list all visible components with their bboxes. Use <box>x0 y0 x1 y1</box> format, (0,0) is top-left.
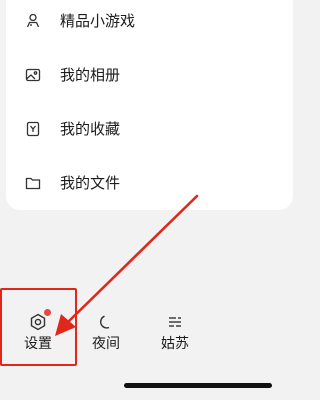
menu-item-files[interactable]: 我的文件 <box>6 168 293 198</box>
menu-item-favorites[interactable]: 我的收藏 <box>6 114 293 144</box>
night-mode-button[interactable]: 夜间 <box>84 312 128 362</box>
moon-icon <box>96 312 116 332</box>
weather-icon <box>165 312 185 332</box>
weather-button[interactable]: 姑苏 <box>153 312 197 362</box>
menu-item-label: 我的相册 <box>60 66 121 84</box>
favorites-icon <box>24 120 42 138</box>
menu-card: 精品小游戏 我的相册 我的收藏 我的文件 <box>6 0 293 210</box>
menu-item-label: 精品小游戏 <box>60 12 136 30</box>
folder-icon <box>24 174 42 192</box>
album-icon <box>24 66 42 84</box>
home-indicator[interactable] <box>124 383 272 388</box>
menu-item-mini-games[interactable]: 精品小游戏 <box>6 6 293 36</box>
menu-item-album[interactable]: 我的相册 <box>6 60 293 90</box>
weather-label: 姑苏 <box>161 336 189 352</box>
highlight-box <box>0 288 77 366</box>
menu-item-label: 我的文件 <box>60 174 121 192</box>
mini-game-icon <box>24 12 42 30</box>
menu-item-label: 我的收藏 <box>60 120 121 138</box>
night-mode-label: 夜间 <box>92 336 120 352</box>
